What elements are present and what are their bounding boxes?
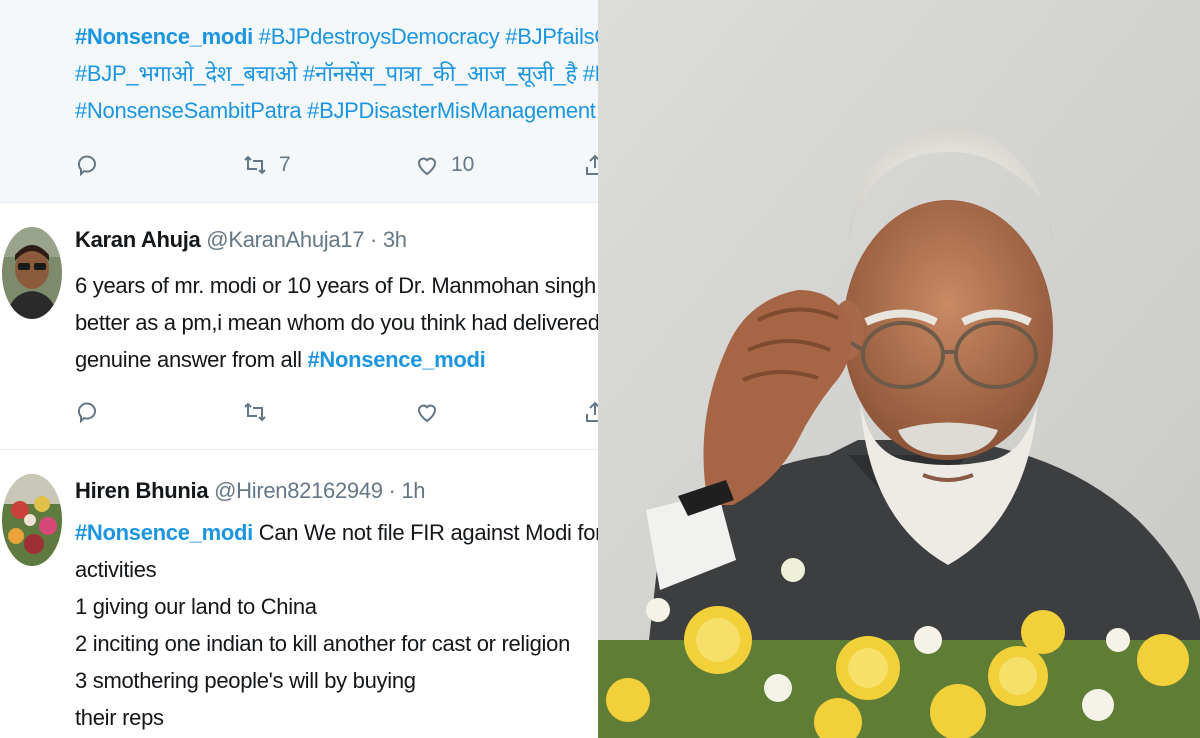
tweet-text: #Nonsence_modi #BJPdestroysDemocracy #BJ…	[75, 18, 598, 129]
hashtag[interactable]: #नॉनसेंस_पात्रा_की_आज_सूजी_है	[303, 61, 577, 86]
tweet-line: their reps	[75, 705, 164, 730]
timestamp[interactable]: 1h	[401, 478, 425, 503]
display-name[interactable]: Hiren Bhunia	[75, 478, 209, 503]
hashtag-line-1: #Nonsence_modi #BJPdestroysDemocracy #BJ…	[75, 18, 598, 55]
separator-dot: ·	[369, 227, 378, 252]
user-handle[interactable]: @KaranAhuja17	[206, 227, 364, 252]
tweet-actions	[75, 395, 598, 429]
tweet-text: 6 years of mr. modi or 10 years of Dr. M…	[75, 267, 598, 378]
hashtag-line-3: #NonsenseSambitPatra #BJPDisasterMisMana…	[75, 92, 598, 129]
retweet-button[interactable]: 7	[243, 148, 291, 182]
portrait-illustration	[598, 0, 1200, 738]
news-photo	[598, 0, 1200, 738]
tweet-line: activities	[75, 557, 157, 582]
like-icon	[417, 157, 437, 176]
avatar[interactable]	[2, 474, 62, 566]
display-name[interactable]: Karan Ahuja	[75, 227, 201, 252]
share-icon	[586, 154, 598, 175]
hashtag[interactable]: #BJPDisasterMisManagement	[307, 98, 596, 123]
reply-button[interactable]	[75, 395, 99, 429]
like-button[interactable]: 10	[415, 148, 474, 182]
share-button[interactable]	[583, 148, 598, 182]
tweet-line: genuine answer from all #Nonsence_modi	[75, 341, 598, 378]
retweet-count: 7	[279, 153, 291, 176]
avatar-photo	[2, 474, 62, 566]
hashtag[interactable]: #BJPdestroysDemocracy	[259, 24, 500, 49]
reply-icon	[78, 402, 96, 424]
share-button[interactable]	[583, 395, 598, 429]
separator-dot: ·	[388, 478, 396, 503]
tweet-line-text: genuine answer from all	[75, 347, 302, 372]
like-button[interactable]	[415, 395, 439, 429]
tweet-line: 3 smothering people's will by buying	[75, 668, 416, 693]
reply-button[interactable]	[75, 148, 99, 182]
hashtag[interactable]: #NonsenseSambitPatra	[75, 98, 302, 123]
tweet-karan-ahuja[interactable]: Karan Ahuja @KaranAhuja17 · 3h 6 years o…	[0, 203, 598, 450]
avatar[interactable]	[2, 227, 62, 319]
hashtag[interactable]: #BJPfailsCoronaFig	[505, 24, 598, 49]
user-handle[interactable]: @Hiren82162949	[214, 478, 383, 503]
tweet-line-text: Can We not file FIR against Modi for his…	[258, 520, 598, 545]
retweet-icon	[244, 402, 266, 422]
hashtag[interactable]: #Nonsense	[583, 61, 598, 86]
like-icon	[417, 404, 437, 423]
tweet-line: 2 inciting one indian to kill another fo…	[75, 631, 571, 656]
tweet-line: #Nonsence_modi Can We not file FIR again…	[75, 514, 598, 551]
reply-icon	[78, 155, 96, 177]
tweet-feed: #Nonsence_modi #BJPdestroysDemocracy #BJ…	[0, 0, 598, 738]
hashtag[interactable]: #Nonsence_modi	[75, 520, 253, 545]
tweet-line: 1 giving our land to China	[75, 594, 317, 619]
timestamp[interactable]: 3h	[383, 227, 407, 252]
share-icon	[586, 401, 598, 422]
tweet-actions: 7 10	[75, 148, 598, 182]
tweet-header: Karan Ahuja @KaranAhuja17 · 3h	[75, 227, 407, 253]
tweet-top[interactable]: #Nonsence_modi #BJPdestroysDemocracy #BJ…	[0, 0, 598, 203]
tweet-header: Hiren Bhunia @Hiren82162949 · 1h	[75, 478, 426, 504]
hashtag[interactable]: #BJP_भगाओ_देश_बचाओ	[75, 61, 298, 86]
hashtag[interactable]: #Nonsence_modi	[307, 347, 485, 372]
avatar-photo	[2, 227, 62, 319]
retweet-button[interactable]	[243, 395, 267, 429]
tweet-text: #Nonsence_modi Can We not file FIR again…	[75, 514, 598, 736]
like-count: 10	[451, 153, 475, 176]
retweet-icon	[244, 155, 266, 175]
tweet-line: 6 years of mr. modi or 10 years of Dr. M…	[75, 273, 598, 298]
hashtag-line-2: #BJP_भगाओ_देश_बचाओ #नॉनसेंस_पात्रा_की_आज…	[75, 55, 598, 92]
tweet-line: better as a pm,i mean whom do you think …	[75, 310, 598, 335]
tweet-hiren-bhunia[interactable]: Hiren Bhunia @Hiren82162949 · 1h #Nonsen…	[0, 450, 598, 738]
hashtag[interactable]: #Nonsence_modi	[75, 24, 253, 49]
